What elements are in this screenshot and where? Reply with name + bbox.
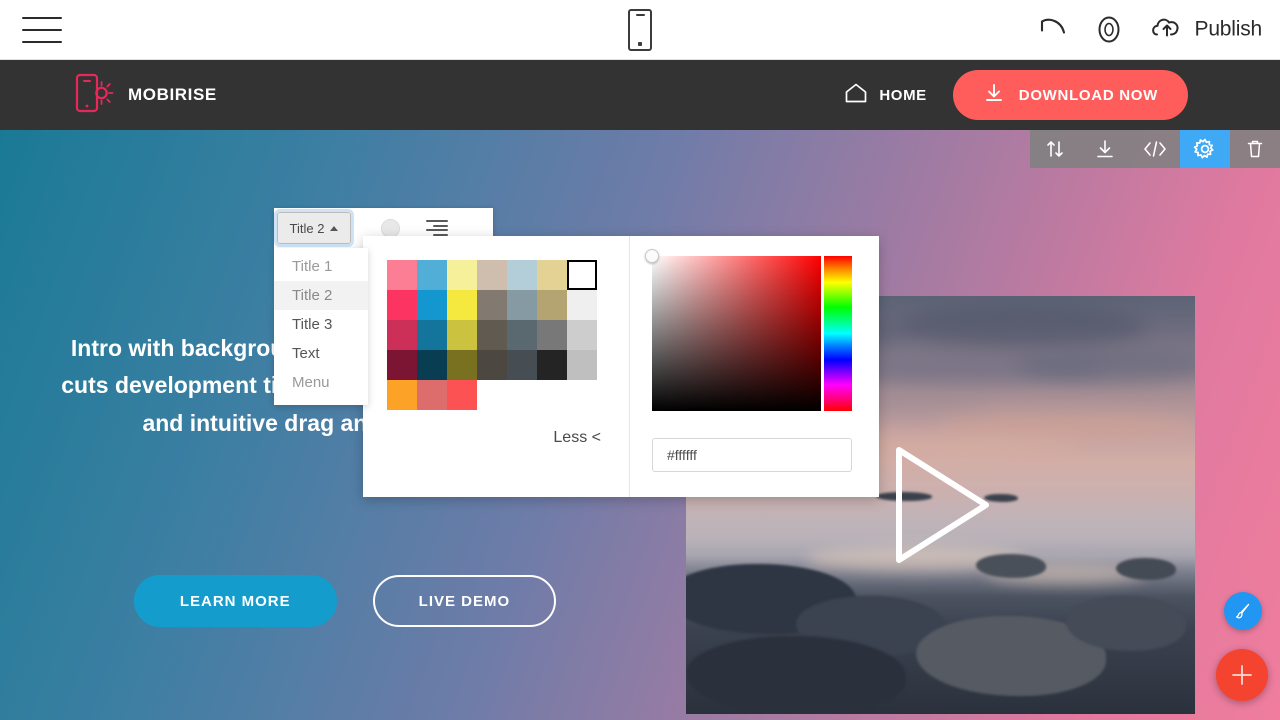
navbar-actions: HOME DOWNLOAD NOW — [844, 70, 1188, 120]
color-swatch[interactable] — [537, 260, 567, 290]
style-option-title-2[interactable]: Title 2 — [274, 281, 368, 310]
style-option-title-1[interactable]: Title 1 — [274, 252, 368, 281]
color-swatch[interactable] — [417, 380, 447, 410]
color-swatch[interactable] — [447, 320, 477, 350]
rock-shape — [1116, 558, 1176, 580]
color-swatch[interactable] — [477, 320, 507, 350]
mobirise-editor-window: Publish — [0, 0, 1280, 720]
color-swatch[interactable] — [567, 350, 597, 380]
brand-name: MOBIRISE — [128, 85, 217, 105]
color-swatch[interactable] — [537, 350, 567, 380]
saturation-value-box[interactable] — [652, 256, 821, 411]
less-toggle-link[interactable]: Less < — [553, 429, 601, 447]
color-swatch[interactable] — [567, 320, 597, 350]
cloud-shape — [936, 416, 1195, 436]
color-swatch[interactable] — [447, 290, 477, 320]
color-swatch[interactable] — [537, 320, 567, 350]
color-swatch[interactable] — [417, 290, 447, 320]
color-swatch[interactable] — [507, 350, 537, 380]
hamburger-line — [22, 29, 62, 31]
editor-topbar: Publish — [0, 0, 1280, 60]
color-swatch[interactable] — [507, 260, 537, 290]
cloud-upload-icon — [1149, 12, 1185, 47]
color-swatch[interactable] — [417, 260, 447, 290]
saturation-value-area — [652, 256, 852, 411]
color-picker-panel: Less < — [363, 236, 879, 497]
color-swatch[interactable] — [507, 290, 537, 320]
device-speaker — [636, 14, 645, 16]
editor-topbar-actions: Publish — [1035, 12, 1262, 47]
edit-code-icon[interactable] — [1130, 130, 1180, 168]
style-option-text[interactable]: Text — [274, 339, 368, 368]
add-block-plus-icon[interactable] — [1216, 649, 1268, 701]
hex-color-input[interactable] — [652, 438, 852, 472]
hue-slider[interactable] — [824, 256, 852, 411]
mobirise-phone-sun-logo — [74, 71, 114, 120]
hamburger-line — [22, 41, 62, 43]
block-settings-icon[interactable] — [1180, 130, 1230, 168]
publish-button[interactable]: Publish — [1149, 12, 1262, 47]
hamburger-line — [22, 17, 62, 19]
device-home-button — [638, 42, 642, 46]
caret-up-icon — [330, 226, 338, 231]
nav-item-home[interactable]: HOME — [844, 82, 926, 109]
color-swatch[interactable] — [477, 260, 507, 290]
sv-handle[interactable] — [645, 249, 659, 263]
block-toolbar — [1030, 130, 1280, 168]
style-option-title-3[interactable]: Title 3 — [274, 310, 368, 339]
brand-logo-link[interactable]: MOBIRISE — [74, 71, 217, 120]
site-navbar: MOBIRISE HOME DOWNLOAD NOW — [0, 60, 1280, 130]
color-swatch[interactable] — [507, 320, 537, 350]
learn-more-button[interactable]: LEARN MORE — [134, 575, 337, 627]
color-swatch[interactable] — [387, 320, 417, 350]
color-swatch[interactable] — [447, 380, 477, 410]
text-color-swatch[interactable] — [381, 219, 400, 238]
color-swatch[interactable] — [387, 260, 417, 290]
color-swatch[interactable] — [417, 350, 447, 380]
align-line — [426, 229, 448, 231]
custom-color-section — [630, 236, 879, 497]
brush-style-icon[interactable] — [1224, 592, 1262, 630]
color-swatch[interactable] — [387, 350, 417, 380]
nav-home-label: HOME — [879, 87, 926, 104]
hero-button-group: LEARN MORE LIVE DEMO — [60, 575, 630, 627]
eye-preview-icon[interactable] — [1091, 15, 1127, 45]
play-triangle-icon[interactable] — [881, 440, 1001, 570]
delete-block-icon[interactable] — [1230, 130, 1280, 168]
move-block-icon[interactable] — [1030, 130, 1080, 168]
download-now-label: DOWNLOAD NOW — [1019, 87, 1158, 104]
publish-label: Publish — [1195, 18, 1262, 42]
color-swatch[interactable] — [567, 260, 597, 290]
undo-arrow-icon[interactable] — [1035, 15, 1069, 45]
text-align-right-icon[interactable] — [426, 220, 448, 236]
download-arrow-icon — [983, 82, 1005, 108]
color-swatch[interactable] — [537, 290, 567, 320]
color-swatch[interactable] — [567, 290, 597, 320]
rock-shape — [686, 636, 906, 714]
style-option-menu[interactable]: Menu — [274, 368, 368, 397]
color-swatch-section: Less < — [363, 236, 630, 497]
align-line — [426, 220, 448, 222]
color-swatch-grid — [387, 260, 597, 410]
color-swatch[interactable] — [447, 260, 477, 290]
text-style-value: Title 2 — [290, 221, 325, 236]
color-swatch[interactable] — [447, 350, 477, 380]
home-icon — [844, 82, 868, 109]
text-style-dropdown: Title 1 Title 2 Title 3 Text Menu — [274, 248, 368, 405]
text-style-select[interactable]: Title 2 — [277, 212, 351, 244]
align-line — [433, 225, 448, 227]
live-demo-button[interactable]: LIVE DEMO — [373, 575, 557, 627]
color-swatch[interactable] — [477, 290, 507, 320]
download-now-button[interactable]: DOWNLOAD NOW — [953, 70, 1188, 120]
download-block-icon[interactable] — [1080, 130, 1130, 168]
mobile-device-preview-icon[interactable] — [628, 9, 652, 51]
color-swatch[interactable] — [387, 380, 417, 410]
color-swatch[interactable] — [387, 290, 417, 320]
cloud-shape — [896, 304, 1146, 348]
color-swatch[interactable] — [417, 320, 447, 350]
hamburger-menu-icon[interactable] — [22, 17, 62, 43]
color-swatch[interactable] — [477, 350, 507, 380]
